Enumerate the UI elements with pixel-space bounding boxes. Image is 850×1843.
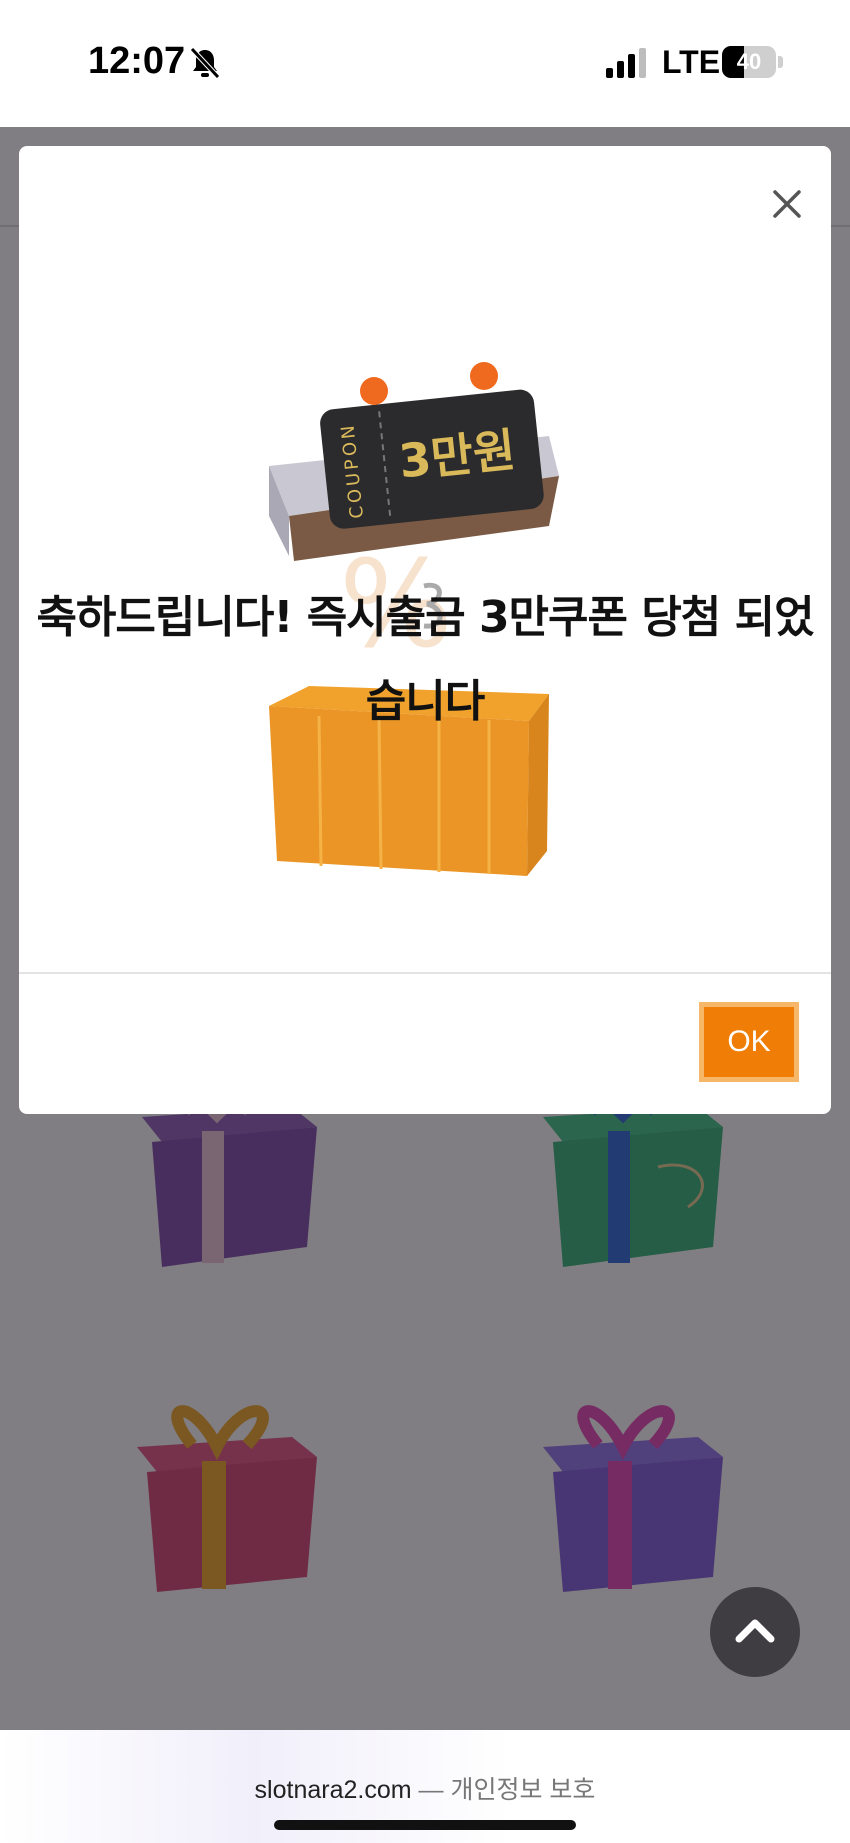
bell-slash-icon [190, 47, 220, 79]
scroll-to-top-button[interactable] [710, 1587, 800, 1677]
chevron-up-icon [735, 1619, 775, 1643]
battery-level: 40 [736, 49, 762, 74]
battery-icon: 40 [722, 46, 784, 78]
browser-bottom-bar: slotnara2.com — 개인정보 보호 [0, 1730, 850, 1843]
prize-message: 축하드립니다! 즉시출금 3만쿠폰 당첨 되었습니다 [36, 592, 814, 727]
modal-divider [19, 972, 831, 974]
url-domain: slotnara2.com [254, 1776, 412, 1804]
home-indicator[interactable] [274, 1820, 576, 1830]
close-icon[interactable] [767, 184, 807, 224]
prize-modal: COUPON 3만원 % 축하드립니다! 즉시출금 3만쿠폰 당첨 되었습니다 … [19, 146, 831, 1114]
url-bar[interactable]: slotnara2.com — 개인정보 보호 [0, 1770, 850, 1806]
url-separator: — [411, 1776, 451, 1804]
network-type: LTE [662, 44, 721, 80]
privacy-label: 개인정보 보호 [450, 1776, 596, 1804]
signal-bars-icon [606, 48, 646, 78]
status-bar: 12:07 LTE 40 [0, 0, 850, 127]
status-time: 12:07 [88, 40, 186, 82]
ok-button[interactable]: OK [699, 1002, 799, 1082]
